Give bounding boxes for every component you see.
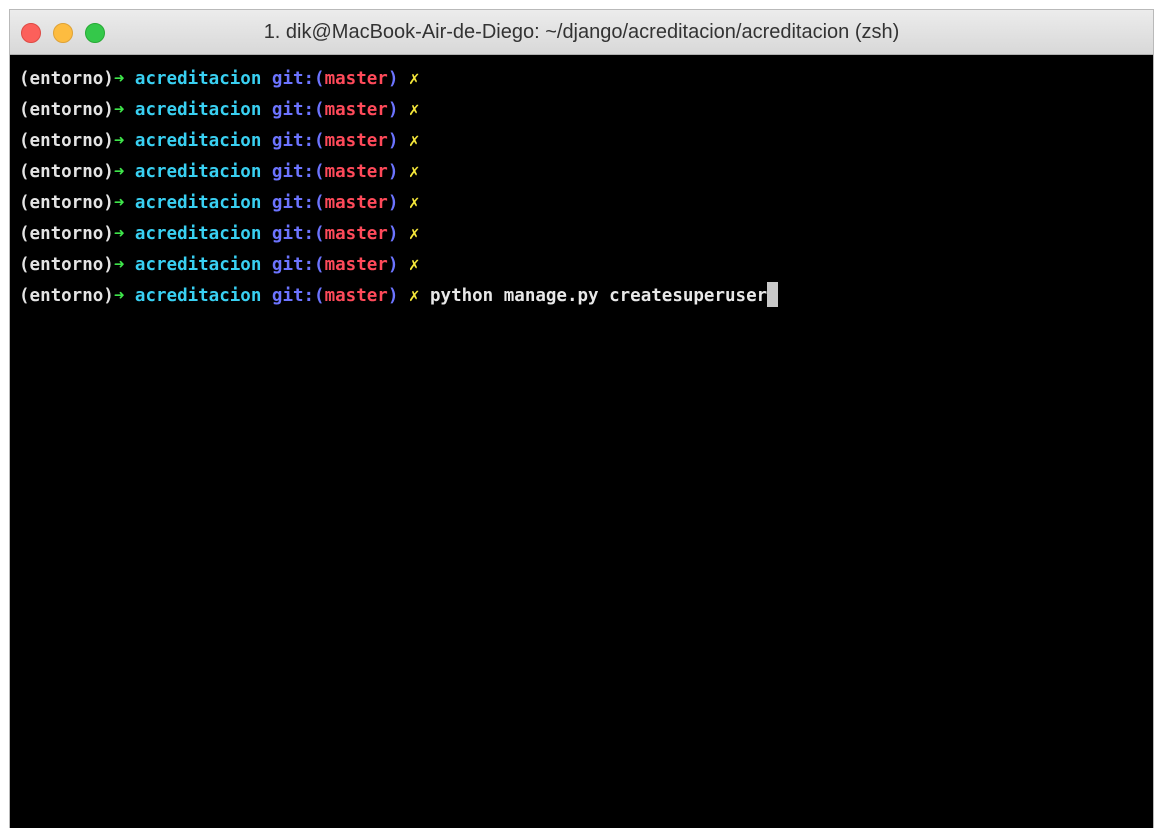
prompt-git-suffix: ) bbox=[387, 193, 399, 213]
prompt-git-prefix: git:( bbox=[271, 162, 325, 182]
prompt-branch: master bbox=[324, 162, 388, 182]
prompt-directory: acreditacion bbox=[134, 69, 262, 89]
prompt-arrow-icon: ➜ bbox=[113, 131, 125, 151]
prompt-arrow-icon: ➜ bbox=[113, 224, 125, 244]
window-title: 1. dik@MacBook-Air-de-Diego: ~/django/ac… bbox=[263, 21, 900, 43]
prompt-git-prefix: git:( bbox=[271, 131, 325, 151]
prompt-branch: master bbox=[324, 69, 388, 89]
prompt-git-prefix: git:( bbox=[271, 69, 325, 89]
text-cursor bbox=[767, 282, 779, 307]
terminal-line: (entorno)➜ acreditacion git:(master) ✗ bbox=[19, 157, 1153, 188]
prompt-git-prefix: git:( bbox=[271, 224, 325, 244]
prompt-env: (entorno) bbox=[19, 162, 114, 182]
prompt-directory: acreditacion bbox=[134, 100, 262, 120]
prompt-env: (entorno) bbox=[19, 224, 114, 244]
dirty-marker-icon: ✗ bbox=[408, 193, 420, 213]
prompt-branch: master bbox=[324, 224, 388, 244]
prompt-directory: acreditacion bbox=[134, 286, 262, 306]
prompt-git-suffix: ) bbox=[387, 69, 399, 89]
prompt-branch: master bbox=[324, 131, 388, 151]
prompt-git-suffix: ) bbox=[387, 100, 399, 120]
prompt-directory: acreditacion bbox=[134, 224, 262, 244]
prompt-env: (entorno) bbox=[19, 69, 114, 89]
prompt-git-suffix: ) bbox=[387, 162, 399, 182]
prompt-branch: master bbox=[324, 286, 388, 306]
command-text: python manage.py createsuperuser bbox=[430, 286, 768, 306]
prompt-git-prefix: git:( bbox=[271, 193, 325, 213]
dirty-marker-icon: ✗ bbox=[408, 69, 420, 89]
prompt-git-prefix: git:( bbox=[271, 100, 325, 120]
prompt-git-suffix: ) bbox=[387, 224, 399, 244]
prompt-git-suffix: ) bbox=[387, 286, 399, 306]
terminal-line: (entorno)➜ acreditacion git:(master) ✗ bbox=[19, 126, 1153, 157]
prompt-env: (entorno) bbox=[19, 286, 114, 306]
prompt-directory: acreditacion bbox=[134, 255, 262, 275]
prompt-env: (entorno) bbox=[19, 100, 114, 120]
terminal-output[interactable]: (entorno)➜ acreditacion git:(master) ✗ (e… bbox=[10, 55, 1153, 828]
dirty-marker-icon: ✗ bbox=[408, 286, 420, 306]
prompt-arrow-icon: ➜ bbox=[113, 255, 125, 275]
prompt-directory: acreditacion bbox=[134, 131, 262, 151]
prompt-env: (entorno) bbox=[19, 131, 114, 151]
prompt-branch: master bbox=[324, 255, 388, 275]
prompt-git-prefix: git:( bbox=[271, 255, 325, 275]
dirty-marker-icon: ✗ bbox=[408, 100, 420, 120]
prompt-arrow-icon: ➜ bbox=[113, 162, 125, 182]
dirty-marker-icon: ✗ bbox=[408, 131, 420, 151]
terminal-window: 1. dik@MacBook-Air-de-Diego: ~/django/ac… bbox=[10, 10, 1153, 828]
dirty-marker-icon: ✗ bbox=[408, 224, 420, 244]
prompt-arrow-icon: ➜ bbox=[113, 100, 125, 120]
prompt-branch: master bbox=[324, 193, 388, 213]
prompt-directory: acreditacion bbox=[134, 162, 262, 182]
terminal-line: (entorno)➜ acreditacion git:(master) ✗ p… bbox=[19, 281, 1153, 312]
title-bar[interactable]: 1. dik@MacBook-Air-de-Diego: ~/django/ac… bbox=[10, 10, 1153, 55]
dirty-marker-icon: ✗ bbox=[408, 255, 420, 275]
prompt-directory: acreditacion bbox=[134, 193, 262, 213]
prompt-arrow-icon: ➜ bbox=[113, 286, 125, 306]
terminal-line: (entorno)➜ acreditacion git:(master) ✗ bbox=[19, 250, 1153, 281]
terminal-line: (entorno)➜ acreditacion git:(master) ✗ bbox=[19, 188, 1153, 219]
prompt-git-prefix: git:( bbox=[271, 286, 325, 306]
prompt-branch: master bbox=[324, 100, 388, 120]
prompt-env: (entorno) bbox=[19, 255, 114, 275]
prompt-git-suffix: ) bbox=[387, 255, 399, 275]
terminal-line: (entorno)➜ acreditacion git:(master) ✗ bbox=[19, 219, 1153, 250]
prompt-arrow-icon: ➜ bbox=[113, 69, 125, 89]
prompt-git-suffix: ) bbox=[387, 131, 399, 151]
dirty-marker-icon: ✗ bbox=[408, 162, 420, 182]
prompt-arrow-icon: ➜ bbox=[113, 193, 125, 213]
terminal-line: (entorno)➜ acreditacion git:(master) ✗ bbox=[19, 64, 1153, 95]
terminal-line: (entorno)➜ acreditacion git:(master) ✗ bbox=[19, 95, 1153, 126]
prompt-env: (entorno) bbox=[19, 193, 114, 213]
